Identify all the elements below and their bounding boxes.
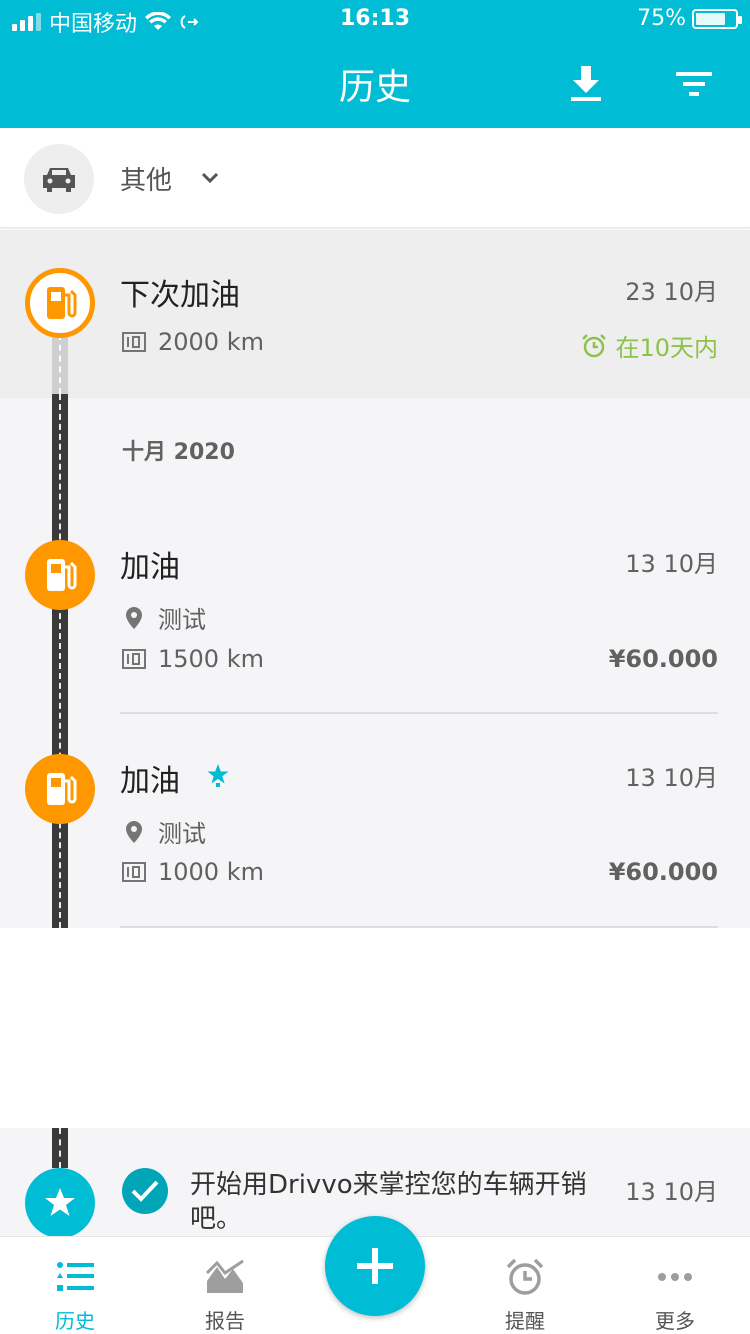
entry-title[interactable]: 加油 xyxy=(120,542,180,586)
timeline-line-future xyxy=(52,334,68,394)
divider xyxy=(120,712,718,714)
filter-button[interactable] xyxy=(670,60,718,108)
entry-date: 13 10月 xyxy=(625,550,718,578)
welcome-marker xyxy=(25,1168,95,1238)
first-entry-star-icon xyxy=(207,764,229,787)
star-icon xyxy=(45,1188,75,1216)
entry-marker xyxy=(25,540,95,610)
add-button[interactable] xyxy=(325,1216,425,1316)
plus-icon xyxy=(357,1248,393,1284)
fuel-pump-icon xyxy=(47,773,77,805)
entry-title[interactable]: 加油 xyxy=(120,756,180,800)
vehicle-avatar xyxy=(24,144,94,214)
location-text: 测试 xyxy=(158,820,206,848)
odometer-icon xyxy=(122,332,146,352)
chevron-down-icon xyxy=(201,172,219,184)
entry-odometer: 1000 km xyxy=(122,858,264,886)
location-text: 测试 xyxy=(158,606,206,634)
timeline-line xyxy=(52,394,68,928)
entry-date: 13 10月 xyxy=(625,764,718,792)
status-bar: 中国移动 16:13 75% xyxy=(0,0,750,40)
entry-price: ¥60.000 xyxy=(608,645,718,673)
next-refuel-title: 下次加油 xyxy=(120,278,240,313)
entry-marker xyxy=(25,754,95,824)
car-icon xyxy=(43,168,75,192)
reminder-text: 在10天内 xyxy=(615,334,718,362)
alarm-clock-icon xyxy=(503,1255,547,1299)
nav-label: 历史 xyxy=(55,1309,95,1333)
entry-odometer: 1500 km xyxy=(122,645,264,673)
vehicle-name: 其他 xyxy=(120,166,173,196)
location-pin-icon xyxy=(126,606,142,629)
more-dots-icon xyxy=(653,1255,697,1299)
odometer-icon xyxy=(122,862,146,882)
top-bar: 中国移动 16:13 75% 历史 xyxy=(0,0,750,128)
next-refuel-card[interactable] xyxy=(0,230,750,398)
fuel-pump-icon xyxy=(47,559,77,591)
odometer-icon xyxy=(122,649,146,669)
odometer-value: 2000 km xyxy=(158,328,264,356)
nav-label: 提醒 xyxy=(505,1309,545,1333)
chart-icon xyxy=(203,1255,247,1299)
entry-location: 测试 xyxy=(122,600,206,635)
nav-history[interactable]: 历史 xyxy=(0,1237,150,1334)
vehicle-selector[interactable]: 其他 xyxy=(0,128,750,228)
reminder-badge: 在10天内 xyxy=(581,328,718,363)
status-right: 75% xyxy=(637,6,742,31)
page-title: 历史 xyxy=(338,67,411,108)
fuel-pump-icon xyxy=(47,287,77,319)
download-icon xyxy=(571,66,601,101)
nav-reports[interactable]: 报告 xyxy=(150,1237,300,1334)
drivvo-check-icon xyxy=(122,1168,168,1214)
odometer-value: 1500 km xyxy=(158,645,264,673)
entry-location: 测试 xyxy=(122,814,206,849)
location-pin-icon xyxy=(126,820,142,843)
welcome-date: 13 10月 xyxy=(625,1178,718,1206)
entry-price: ¥60.000 xyxy=(608,858,718,886)
odometer-value: 1000 km xyxy=(158,858,264,886)
month-header: 十月 2020 xyxy=(122,440,235,465)
battery-percent: 75% xyxy=(637,6,686,31)
download-button[interactable] xyxy=(562,60,610,108)
nav-more[interactable]: 更多 xyxy=(600,1237,750,1334)
nav-label: 更多 xyxy=(655,1309,695,1333)
nav-reminders[interactable]: 提醒 xyxy=(450,1237,600,1334)
next-refuel-marker xyxy=(25,268,95,338)
divider xyxy=(120,926,718,928)
timeline-line-lower xyxy=(52,1128,68,1168)
next-refuel-odometer: 2000 km xyxy=(122,328,264,356)
list-icon xyxy=(53,1255,97,1299)
next-refuel-date: 23 10月 xyxy=(625,278,718,306)
nav-label: 报告 xyxy=(205,1309,245,1333)
filter-icon xyxy=(676,72,712,96)
alarm-icon xyxy=(582,333,607,357)
battery-icon xyxy=(692,8,742,29)
